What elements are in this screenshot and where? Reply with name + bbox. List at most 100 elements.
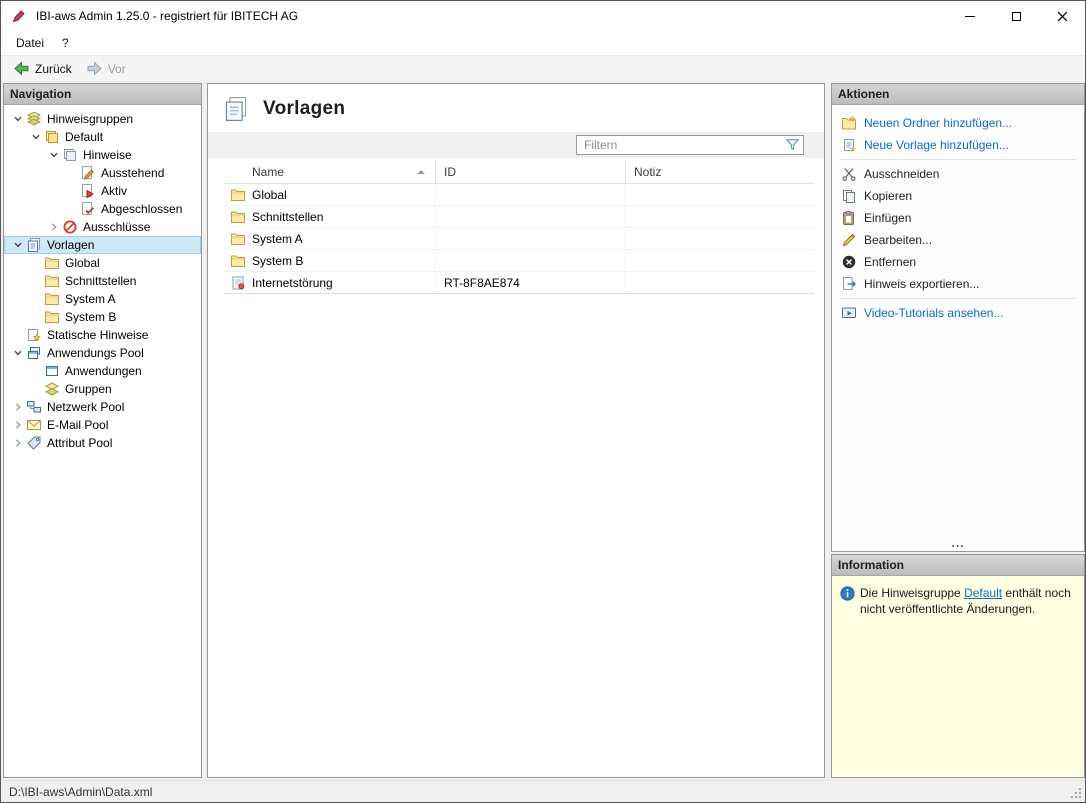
action-neuen-ordner-hinzufuegen[interactable]: Neuen Ordner hinzufügen... bbox=[832, 112, 1084, 134]
navigation-panel: Navigation Hinweisgruppen Default Hinwei… bbox=[3, 83, 202, 778]
chevron-expanded-icon[interactable] bbox=[10, 345, 26, 361]
action-kopieren[interactable]: Kopieren bbox=[832, 185, 1084, 207]
menu-datei[interactable]: Datei bbox=[7, 32, 53, 54]
action-einfuegen[interactable]: Einfügen bbox=[832, 207, 1084, 229]
information-message: Die Hinweisgruppe Default enthält noch n… bbox=[860, 585, 1074, 617]
row-name: Internetstörung bbox=[252, 275, 333, 290]
menu-help[interactable]: ? bbox=[53, 32, 78, 54]
column-header-id[interactable]: ID bbox=[435, 160, 625, 183]
actions-separator bbox=[840, 159, 1076, 160]
status-path: D:\IBI-aws\Admin\Data.xml bbox=[9, 784, 153, 799]
tree-item-aktiv[interactable]: Aktiv bbox=[4, 182, 201, 200]
cell-notiz bbox=[625, 228, 814, 249]
action-bearbeiten[interactable]: Bearbeiten... bbox=[832, 229, 1084, 251]
chevron-collapsed-icon[interactable] bbox=[10, 399, 26, 415]
panel-splitter-handle[interactable]: ... bbox=[832, 537, 1084, 551]
back-button[interactable]: Zurück bbox=[6, 58, 79, 79]
cell-name: Schnittstellen bbox=[224, 206, 435, 227]
chevron-expanded-icon[interactable] bbox=[46, 147, 62, 163]
column-header-notiz[interactable]: Notiz bbox=[625, 160, 814, 183]
information-header: Information bbox=[832, 555, 1084, 576]
tree-item-anwendungs-pool[interactable]: Anwendungs Pool bbox=[4, 344, 201, 362]
main-panel: Vorlagen Name ID Notiz bbox=[207, 83, 825, 778]
folder-icon bbox=[44, 291, 60, 307]
column-header-name[interactable]: Name bbox=[224, 160, 435, 183]
back-label: Zurück bbox=[35, 61, 72, 76]
forward-arrow-icon bbox=[86, 60, 103, 77]
tree-item-label: Ausschlüsse bbox=[83, 220, 151, 234]
action-label: Neuen Ordner hinzufügen... bbox=[864, 116, 1013, 130]
chevron-expanded-icon[interactable] bbox=[28, 129, 44, 145]
tree-item-vorlagen[interactable]: Vorlagen bbox=[4, 236, 201, 254]
close-button[interactable] bbox=[1039, 1, 1085, 31]
minimize-button[interactable] bbox=[947, 1, 993, 31]
tree-item-label: Vorlagen bbox=[47, 238, 95, 252]
filter-input[interactable] bbox=[576, 135, 804, 155]
table-row-internetstoerung[interactable]: Internetstörung RT-8F8AE874 bbox=[224, 272, 814, 294]
tree-item-hinweise[interactable]: Hinweise bbox=[4, 146, 201, 164]
default-group-icon bbox=[44, 129, 60, 145]
gruppen-icon bbox=[44, 381, 60, 397]
action-ausschneiden[interactable]: Ausschneiden bbox=[832, 163, 1084, 185]
table-row-schnittstellen[interactable]: Schnittstellen bbox=[224, 206, 814, 228]
edit-pencil-icon bbox=[841, 232, 857, 248]
vorlagen-page-icon bbox=[222, 95, 250, 123]
info-default-link[interactable]: Default bbox=[964, 586, 1002, 600]
table-row-system-a[interactable]: System A bbox=[224, 228, 814, 250]
tree-item-label: E-Mail Pool bbox=[47, 418, 109, 432]
tree-item-schnittstellen[interactable]: Schnittstellen bbox=[4, 272, 201, 290]
tree-item-label: System B bbox=[65, 310, 117, 324]
chevron-expanded-icon[interactable] bbox=[10, 111, 26, 127]
tree-item-label: Anwendungs Pool bbox=[47, 346, 144, 360]
ausstehend-icon bbox=[80, 165, 96, 181]
table-row-system-b[interactable]: System B bbox=[224, 250, 814, 272]
tree-item-gruppen[interactable]: Gruppen bbox=[4, 380, 201, 398]
tree-item-system-b[interactable]: System B bbox=[4, 308, 201, 326]
action-label: Bearbeiten... bbox=[864, 233, 933, 247]
tree-item-default[interactable]: Default bbox=[4, 128, 201, 146]
table-row-global[interactable]: Global bbox=[224, 184, 814, 206]
action-video-tutorials-ansehen[interactable]: Video-Tutorials ansehen... bbox=[832, 302, 1084, 324]
cell-notiz bbox=[625, 250, 814, 271]
template-icon bbox=[230, 275, 246, 291]
tree-item-global[interactable]: Global bbox=[4, 254, 201, 272]
remove-icon bbox=[841, 254, 857, 270]
cell-name: System A bbox=[224, 228, 435, 249]
tree-item-anwendungen[interactable]: Anwendungen bbox=[4, 362, 201, 380]
new-folder-icon bbox=[841, 115, 857, 131]
action-neue-vorlage-hinzufuegen[interactable]: Neue Vorlage hinzufügen... bbox=[832, 134, 1084, 156]
tree-item-label: Anwendungen bbox=[65, 364, 142, 378]
filter-box bbox=[576, 135, 804, 155]
cell-id: RT-8F8AE874 bbox=[435, 272, 625, 293]
tree-item-ausstehend[interactable]: Ausstehend bbox=[4, 164, 201, 182]
filter-strip bbox=[208, 132, 824, 158]
filter-icon[interactable] bbox=[785, 137, 800, 152]
column-label: Name bbox=[252, 164, 285, 179]
cell-name: Internetstörung bbox=[224, 272, 435, 293]
attribut-pool-icon bbox=[26, 435, 42, 451]
chevron-collapsed-icon[interactable] bbox=[10, 435, 26, 451]
app-icon[interactable] bbox=[11, 8, 27, 24]
chevron-expanded-icon[interactable] bbox=[10, 237, 26, 253]
chevron-collapsed-icon[interactable] bbox=[46, 219, 62, 235]
tree-item-attribut-pool[interactable]: Attribut Pool bbox=[4, 434, 201, 452]
tree-item-statische-hinweise[interactable]: Statische Hinweise bbox=[4, 326, 201, 344]
forward-button[interactable]: Vor bbox=[79, 58, 133, 79]
tree-item-netzwerk-pool[interactable]: Netzwerk Pool bbox=[4, 398, 201, 416]
action-entfernen[interactable]: Entfernen bbox=[832, 251, 1084, 273]
resize-grip[interactable] bbox=[1070, 787, 1083, 800]
tree-item-system-a[interactable]: System A bbox=[4, 290, 201, 308]
tree-item-hinweisgruppen[interactable]: Hinweisgruppen bbox=[4, 110, 201, 128]
chevron-collapsed-icon[interactable] bbox=[10, 417, 26, 433]
hinweise-icon bbox=[62, 147, 78, 163]
minimize-icon bbox=[965, 15, 975, 17]
tree-item-email-pool[interactable]: E-Mail Pool bbox=[4, 416, 201, 434]
tree-item-ausschluesse[interactable]: Ausschlüsse bbox=[4, 218, 201, 236]
anwendungen-icon bbox=[44, 363, 60, 379]
maximize-button[interactable] bbox=[993, 1, 1039, 31]
folder-icon bbox=[44, 273, 60, 289]
tree-item-abgeschlossen[interactable]: Abgeschlossen bbox=[4, 200, 201, 218]
action-hinweis-exportieren[interactable]: Hinweis exportieren... bbox=[832, 273, 1084, 295]
